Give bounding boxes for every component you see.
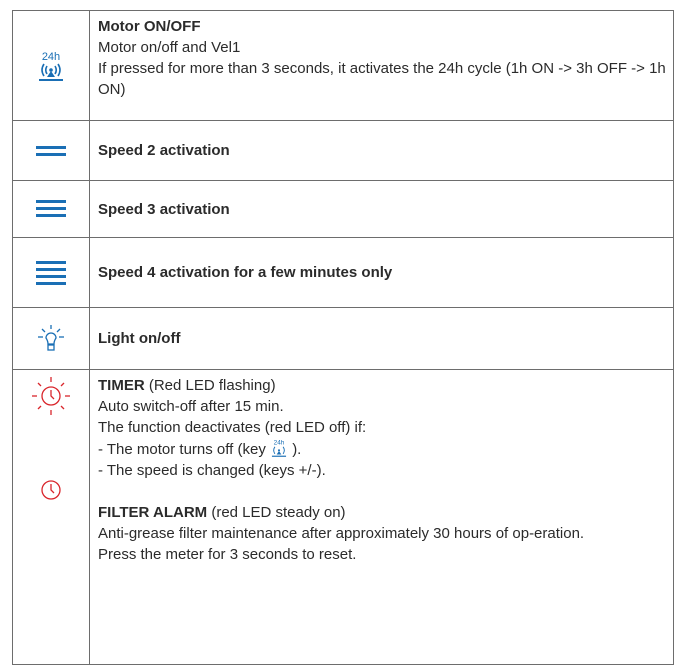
timer-line-2: The function deactivates (red LED off) i… [98, 419, 367, 436]
motor-line-2: If pressed for more than 3 seconds, it a… [98, 60, 666, 98]
timer-title: TIMER [98, 377, 145, 394]
table-row: Speed 2 activation [12, 120, 674, 181]
speed-4-description: Speed 4 activation for a few minutes onl… [89, 237, 674, 308]
motor-title: Motor ON/OFF [98, 18, 201, 35]
timer-flashing-icon [32, 377, 70, 415]
svg-text:24h: 24h [274, 439, 285, 446]
motor-description: Motor ON/OFF Motor on/off and Vel1 If pr… [89, 10, 674, 121]
icon-cell [12, 307, 90, 370]
light-bulb-icon [38, 324, 64, 351]
motor-24h-icon: 24h [271, 439, 287, 457]
timer-filter-description: TIMER (Red LED flashing) Auto switch-off… [89, 369, 674, 665]
filter-title-note: (red LED steady on) [207, 504, 346, 521]
speed-2-title: Speed 2 activation [98, 142, 230, 159]
svg-text:24h: 24h [42, 51, 60, 63]
filter-title: FILTER ALARM [98, 504, 208, 521]
keys-table: 24h Motor ON/OFF Motor on/off and Vel1 I… [12, 10, 674, 665]
speed-3-title: Speed 3 activation [98, 200, 230, 218]
icon-cell [12, 369, 90, 665]
icon-cell: 24h [12, 10, 90, 121]
motor-line-1: Motor on/off and Vel1 [98, 39, 241, 56]
timer-line-4: - The speed is changed (keys +/-). [98, 462, 326, 479]
table-row: TIMER (Red LED flashing) Auto switch-off… [12, 369, 674, 665]
icon-cell [12, 120, 90, 181]
icon-cell [12, 237, 90, 308]
timer-line-3: - The motor turns off (key 24h ). [98, 439, 302, 458]
timer-title-note: (Red LED flashing) [144, 377, 276, 394]
timer-line-1: Auto switch-off after 15 min. [98, 398, 284, 415]
icon-cell [12, 180, 90, 238]
light-title: Light on/off [98, 330, 181, 347]
filter-line-1: Anti-grease filter maintenance after app… [98, 525, 585, 542]
table-row: Speed 3 activation [12, 180, 674, 238]
motor-24h-icon: 24h [39, 51, 63, 81]
filter-heading: FILTER ALARM (red LED steady on) [98, 502, 673, 523]
filter-line-2: Press the meter for 3 seconds to reset. [98, 546, 357, 563]
timer-heading: TIMER (Red LED flashing) [98, 375, 673, 396]
speed-3-icon [36, 200, 66, 217]
speed-4-title: Speed 4 activation for a few minutes onl… [98, 264, 393, 281]
speed-3-description: Speed 3 activation [89, 180, 674, 238]
speed-2-description: Speed 2 activation [89, 120, 674, 181]
table-row: Speed 4 activation for a few minutes onl… [12, 237, 674, 308]
table-row: Light on/off [12, 307, 674, 370]
table-row: 24h Motor ON/OFF Motor on/off and Vel1 I… [12, 10, 674, 121]
light-description: Light on/off [89, 307, 674, 370]
speed-2-icon [36, 145, 66, 156]
speed-4-icon [36, 260, 66, 285]
timer-steady-icon [41, 480, 61, 500]
